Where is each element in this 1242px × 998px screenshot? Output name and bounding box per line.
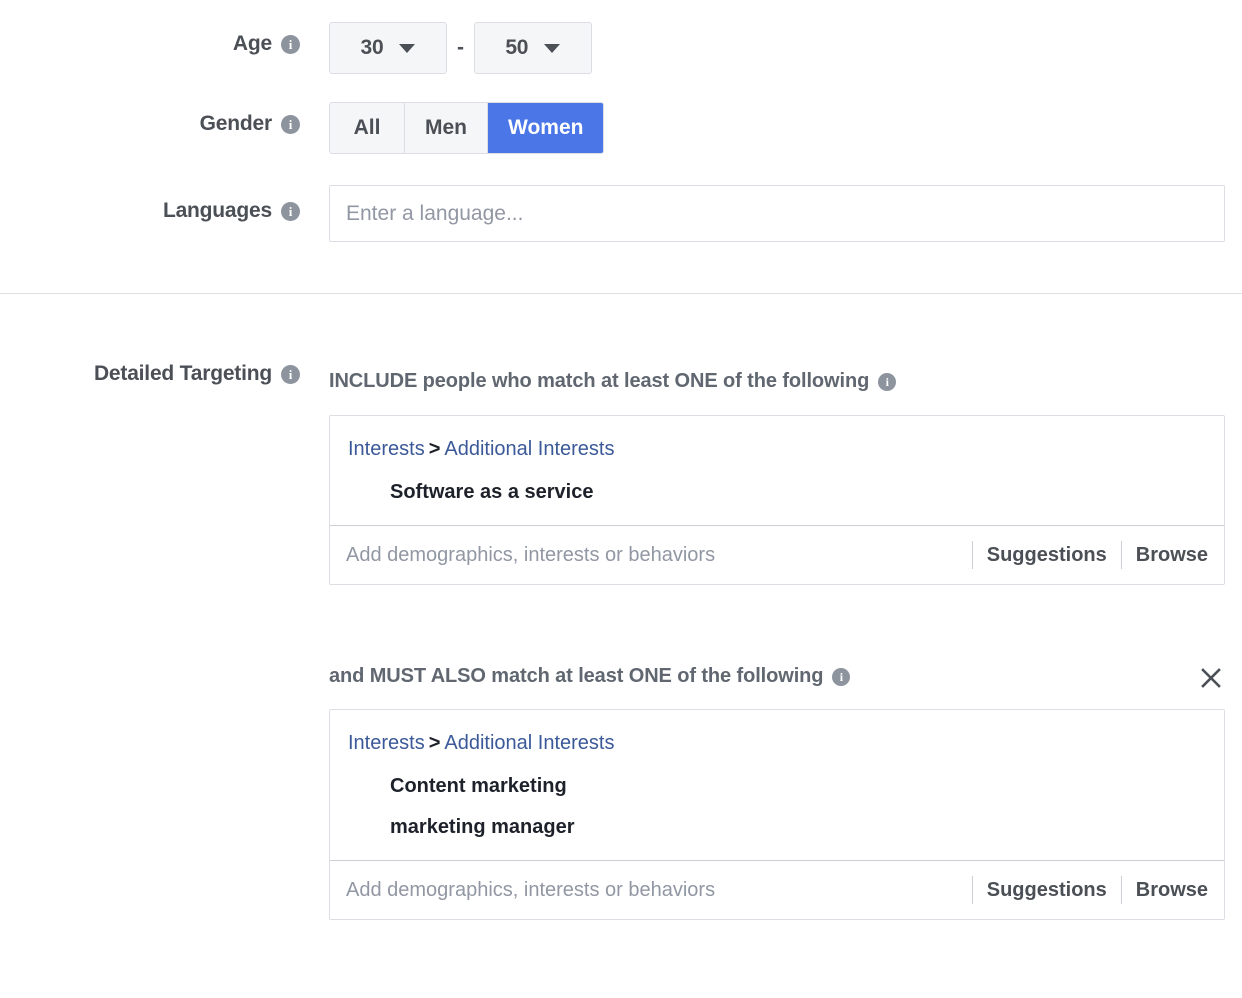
gender-label-group: Gender i: [0, 112, 300, 136]
breadcrumb: Interests > Additional Interests: [330, 728, 1224, 758]
interest-input-row: Add demographics, interests or behaviors…: [330, 525, 1224, 584]
include-interest-box: Interests > Additional Interests Software …: [329, 415, 1225, 585]
age-max-value: 50: [505, 36, 529, 59]
breadcrumb-separator: >: [428, 732, 441, 754]
narrow-interest-box: Interests > Additional Interests Content m…: [329, 709, 1225, 920]
breadcrumb-separator: >: [428, 438, 441, 460]
interest-tag-area: Interests > Additional Interests Content m…: [330, 710, 1224, 860]
interest-tag[interactable]: Content marketing: [330, 758, 1224, 799]
section-divider: [0, 293, 1242, 294]
detailed-targeting-label-group: Detailed Targeting i: [0, 362, 300, 386]
age-label-group: Age i: [0, 32, 300, 56]
close-icon: [1201, 668, 1221, 688]
age-min-value: 30: [360, 36, 384, 59]
detailed-targeting-label: Detailed Targeting: [93, 362, 272, 385]
info-icon[interactable]: i: [878, 372, 897, 391]
gender-option-label: Women: [508, 116, 584, 139]
languages-label-group: Languages i: [0, 199, 300, 223]
narrow-heading-group: and MUST ALSO match at least ONE of the …: [329, 665, 851, 688]
info-icon[interactable]: i: [281, 34, 300, 54]
gender-option-label: Men: [425, 116, 467, 139]
chevron-down-icon: [544, 43, 561, 53]
info-icon[interactable]: i: [281, 201, 300, 221]
breadcrumb: Interests > Additional Interests: [330, 434, 1224, 464]
add-targeting-input[interactable]: Add demographics, interests or behaviors: [346, 544, 958, 567]
interest-tag[interactable]: Software as a service: [330, 464, 1224, 505]
gender-option-women[interactable]: Women: [488, 103, 604, 153]
browse-button[interactable]: Browse: [1136, 879, 1208, 902]
divider-icon: [971, 876, 973, 904]
gender-toggle-group: All Men Women: [329, 102, 605, 154]
languages-placeholder: Enter a language...: [346, 201, 524, 225]
age-label: Age: [232, 32, 272, 55]
gender-label: Gender: [199, 112, 273, 135]
age-min-select[interactable]: 30: [329, 22, 447, 74]
breadcrumb-child[interactable]: Additional Interests: [444, 732, 614, 754]
chevron-down-icon: [399, 43, 416, 53]
suggestions-button[interactable]: Suggestions: [987, 544, 1107, 567]
gender-option-men[interactable]: Men: [405, 103, 488, 153]
divider-icon: [1120, 876, 1122, 904]
age-range-separator: -: [457, 36, 464, 59]
breadcrumb-child[interactable]: Additional Interests: [444, 438, 614, 460]
include-heading: INCLUDE people who match at least ONE of…: [329, 370, 870, 392]
gender-option-all[interactable]: All: [330, 103, 405, 153]
remove-narrow-group-button[interactable]: [1196, 663, 1226, 693]
narrow-heading: and MUST ALSO match at least ONE of the …: [329, 665, 824, 687]
info-icon[interactable]: i: [281, 364, 300, 384]
languages-label: Languages: [162, 199, 272, 222]
divider-icon: [971, 541, 973, 569]
info-icon[interactable]: i: [832, 667, 851, 686]
age-controls: 30 - 50: [329, 22, 592, 74]
ad-audience-targeting-panel: Age i 30 - 50 Gender i All Men Women Lan…: [0, 0, 1242, 998]
breadcrumb-root[interactable]: Interests: [348, 732, 425, 754]
breadcrumb-root[interactable]: Interests: [348, 438, 425, 460]
interest-tag[interactable]: marketing manager: [330, 799, 1224, 840]
include-heading-group: INCLUDE people who match at least ONE of…: [329, 370, 897, 393]
languages-input[interactable]: Enter a language...: [329, 185, 1225, 242]
age-max-select[interactable]: 50: [473, 22, 592, 74]
interest-tag-area: Interests > Additional Interests Software …: [330, 416, 1224, 525]
add-targeting-input[interactable]: Add demographics, interests or behaviors: [346, 879, 958, 902]
divider-icon: [1120, 541, 1122, 569]
interest-input-row: Add demographics, interests or behaviors…: [330, 860, 1224, 919]
browse-button[interactable]: Browse: [1136, 544, 1208, 567]
suggestions-button[interactable]: Suggestions: [987, 879, 1107, 902]
info-icon[interactable]: i: [281, 114, 300, 134]
gender-option-label: All: [353, 116, 381, 139]
